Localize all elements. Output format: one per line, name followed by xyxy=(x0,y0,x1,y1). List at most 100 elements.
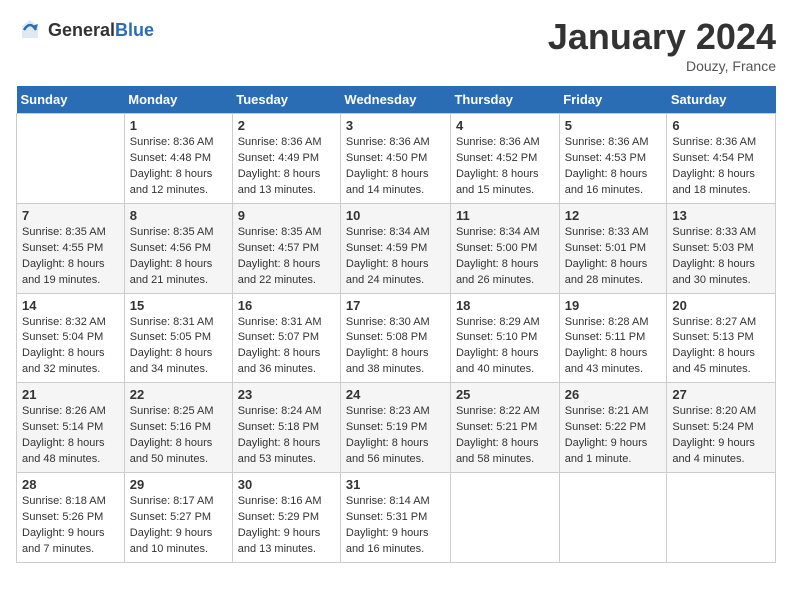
day-info: Sunrise: 8:16 AM Sunset: 5:29 PM Dayligh… xyxy=(238,494,335,558)
sunset-text: Sunset: 5:01 PM xyxy=(565,242,646,254)
sunrise-text: Sunrise: 8:36 AM xyxy=(672,136,756,148)
sunrise-text: Sunrise: 8:36 AM xyxy=(238,136,322,148)
sunrise-text: Sunrise: 8:26 AM xyxy=(22,405,106,417)
daylight-text: Daylight: 8 hours and 53 minutes. xyxy=(238,437,321,465)
day-number: 16 xyxy=(238,298,335,313)
day-number: 13 xyxy=(672,208,770,223)
sunrise-text: Sunrise: 8:35 AM xyxy=(22,226,106,238)
sunrise-text: Sunrise: 8:18 AM xyxy=(22,495,106,507)
sunset-text: Sunset: 5:29 PM xyxy=(238,511,319,523)
day-number: 1 xyxy=(130,118,227,133)
day-number: 5 xyxy=(565,118,662,133)
daylight-text: Daylight: 8 hours and 32 minutes. xyxy=(22,347,105,375)
sunset-text: Sunset: 5:21 PM xyxy=(456,421,537,433)
sunrise-text: Sunrise: 8:34 AM xyxy=(456,226,540,238)
day-info: Sunrise: 8:36 AM Sunset: 4:54 PM Dayligh… xyxy=(672,135,770,199)
daylight-text: Daylight: 8 hours and 13 minutes. xyxy=(238,168,321,196)
sunset-text: Sunset: 5:13 PM xyxy=(672,331,753,343)
sunset-text: Sunset: 5:05 PM xyxy=(130,331,211,343)
calendar-cell: 8 Sunrise: 8:35 AM Sunset: 4:56 PM Dayli… xyxy=(124,203,232,293)
day-number: 4 xyxy=(456,118,554,133)
sunset-text: Sunset: 5:27 PM xyxy=(130,511,211,523)
day-number: 30 xyxy=(238,477,335,492)
sunset-text: Sunset: 5:10 PM xyxy=(456,331,537,343)
calendar-cell xyxy=(450,473,559,563)
sunset-text: Sunset: 5:24 PM xyxy=(672,421,753,433)
calendar-table: SundayMondayTuesdayWednesdayThursdayFrid… xyxy=(16,86,776,563)
calendar-cell: 22 Sunrise: 8:25 AM Sunset: 5:16 PM Dayl… xyxy=(124,383,232,473)
calendar-cell: 17 Sunrise: 8:30 AM Sunset: 5:08 PM Dayl… xyxy=(340,293,450,383)
day-number: 18 xyxy=(456,298,554,313)
daylight-text: Daylight: 8 hours and 40 minutes. xyxy=(456,347,539,375)
page-header: GeneralBlue January 2024 Douzy, France xyxy=(16,16,776,74)
logo-general: General xyxy=(48,20,115,40)
sunrise-text: Sunrise: 8:33 AM xyxy=(672,226,756,238)
sunrise-text: Sunrise: 8:21 AM xyxy=(565,405,649,417)
sunset-text: Sunset: 4:53 PM xyxy=(565,152,646,164)
calendar-cell: 3 Sunrise: 8:36 AM Sunset: 4:50 PM Dayli… xyxy=(340,114,450,204)
daylight-text: Daylight: 8 hours and 48 minutes. xyxy=(22,437,105,465)
weekday-header: Friday xyxy=(559,86,667,114)
calendar-cell: 16 Sunrise: 8:31 AM Sunset: 5:07 PM Dayl… xyxy=(232,293,340,383)
sunset-text: Sunset: 4:57 PM xyxy=(238,242,319,254)
sunset-text: Sunset: 5:22 PM xyxy=(565,421,646,433)
daylight-text: Daylight: 8 hours and 56 minutes. xyxy=(346,437,429,465)
month-title: January 2024 xyxy=(548,16,776,58)
sunset-text: Sunset: 4:59 PM xyxy=(346,242,427,254)
title-area: January 2024 Douzy, France xyxy=(548,16,776,74)
daylight-text: Daylight: 8 hours and 24 minutes. xyxy=(346,258,429,286)
weekday-header: Tuesday xyxy=(232,86,340,114)
daylight-text: Daylight: 8 hours and 43 minutes. xyxy=(565,347,648,375)
day-info: Sunrise: 8:32 AM Sunset: 5:04 PM Dayligh… xyxy=(22,315,119,379)
daylight-text: Daylight: 8 hours and 19 minutes. xyxy=(22,258,105,286)
day-info: Sunrise: 8:31 AM Sunset: 5:05 PM Dayligh… xyxy=(130,315,227,379)
day-info: Sunrise: 8:33 AM Sunset: 5:01 PM Dayligh… xyxy=(565,225,662,289)
sunrise-text: Sunrise: 8:36 AM xyxy=(130,136,214,148)
daylight-text: Daylight: 9 hours and 13 minutes. xyxy=(238,527,321,555)
calendar-cell: 5 Sunrise: 8:36 AM Sunset: 4:53 PM Dayli… xyxy=(559,114,667,204)
sunrise-text: Sunrise: 8:34 AM xyxy=(346,226,430,238)
sunset-text: Sunset: 4:56 PM xyxy=(130,242,211,254)
sunset-text: Sunset: 4:52 PM xyxy=(456,152,537,164)
calendar-cell: 19 Sunrise: 8:28 AM Sunset: 5:11 PM Dayl… xyxy=(559,293,667,383)
calendar-cell: 29 Sunrise: 8:17 AM Sunset: 5:27 PM Dayl… xyxy=(124,473,232,563)
weekday-header: Wednesday xyxy=(340,86,450,114)
sunrise-text: Sunrise: 8:25 AM xyxy=(130,405,214,417)
calendar-cell: 13 Sunrise: 8:33 AM Sunset: 5:03 PM Dayl… xyxy=(667,203,776,293)
sunrise-text: Sunrise: 8:20 AM xyxy=(672,405,756,417)
calendar-cell: 18 Sunrise: 8:29 AM Sunset: 5:10 PM Dayl… xyxy=(450,293,559,383)
sunset-text: Sunset: 5:04 PM xyxy=(22,331,103,343)
calendar-cell: 15 Sunrise: 8:31 AM Sunset: 5:05 PM Dayl… xyxy=(124,293,232,383)
day-number: 31 xyxy=(346,477,445,492)
calendar-cell: 25 Sunrise: 8:22 AM Sunset: 5:21 PM Dayl… xyxy=(450,383,559,473)
day-info: Sunrise: 8:14 AM Sunset: 5:31 PM Dayligh… xyxy=(346,494,445,558)
sunrise-text: Sunrise: 8:36 AM xyxy=(346,136,430,148)
calendar-cell: 31 Sunrise: 8:14 AM Sunset: 5:31 PM Dayl… xyxy=(340,473,450,563)
day-info: Sunrise: 8:34 AM Sunset: 4:59 PM Dayligh… xyxy=(346,225,445,289)
daylight-text: Daylight: 9 hours and 1 minute. xyxy=(565,437,648,465)
sunset-text: Sunset: 5:19 PM xyxy=(346,421,427,433)
sunset-text: Sunset: 4:49 PM xyxy=(238,152,319,164)
sunset-text: Sunset: 5:11 PM xyxy=(565,331,646,343)
calendar-cell: 6 Sunrise: 8:36 AM Sunset: 4:54 PM Dayli… xyxy=(667,114,776,204)
calendar-cell: 1 Sunrise: 8:36 AM Sunset: 4:48 PM Dayli… xyxy=(124,114,232,204)
day-info: Sunrise: 8:20 AM Sunset: 5:24 PM Dayligh… xyxy=(672,404,770,468)
day-info: Sunrise: 8:36 AM Sunset: 4:52 PM Dayligh… xyxy=(456,135,554,199)
calendar-cell: 20 Sunrise: 8:27 AM Sunset: 5:13 PM Dayl… xyxy=(667,293,776,383)
daylight-text: Daylight: 8 hours and 16 minutes. xyxy=(565,168,648,196)
sunrise-text: Sunrise: 8:31 AM xyxy=(238,316,322,328)
day-info: Sunrise: 8:29 AM Sunset: 5:10 PM Dayligh… xyxy=(456,315,554,379)
sunrise-text: Sunrise: 8:35 AM xyxy=(238,226,322,238)
calendar-week-row: 28 Sunrise: 8:18 AM Sunset: 5:26 PM Dayl… xyxy=(17,473,776,563)
sunset-text: Sunset: 4:55 PM xyxy=(22,242,103,254)
day-number: 22 xyxy=(130,387,227,402)
day-number: 9 xyxy=(238,208,335,223)
day-info: Sunrise: 8:27 AM Sunset: 5:13 PM Dayligh… xyxy=(672,315,770,379)
day-info: Sunrise: 8:36 AM Sunset: 4:49 PM Dayligh… xyxy=(238,135,335,199)
day-number: 21 xyxy=(22,387,119,402)
calendar-cell xyxy=(559,473,667,563)
day-number: 2 xyxy=(238,118,335,133)
sunset-text: Sunset: 5:14 PM xyxy=(22,421,103,433)
calendar-week-row: 7 Sunrise: 8:35 AM Sunset: 4:55 PM Dayli… xyxy=(17,203,776,293)
logo-icon xyxy=(16,16,44,44)
